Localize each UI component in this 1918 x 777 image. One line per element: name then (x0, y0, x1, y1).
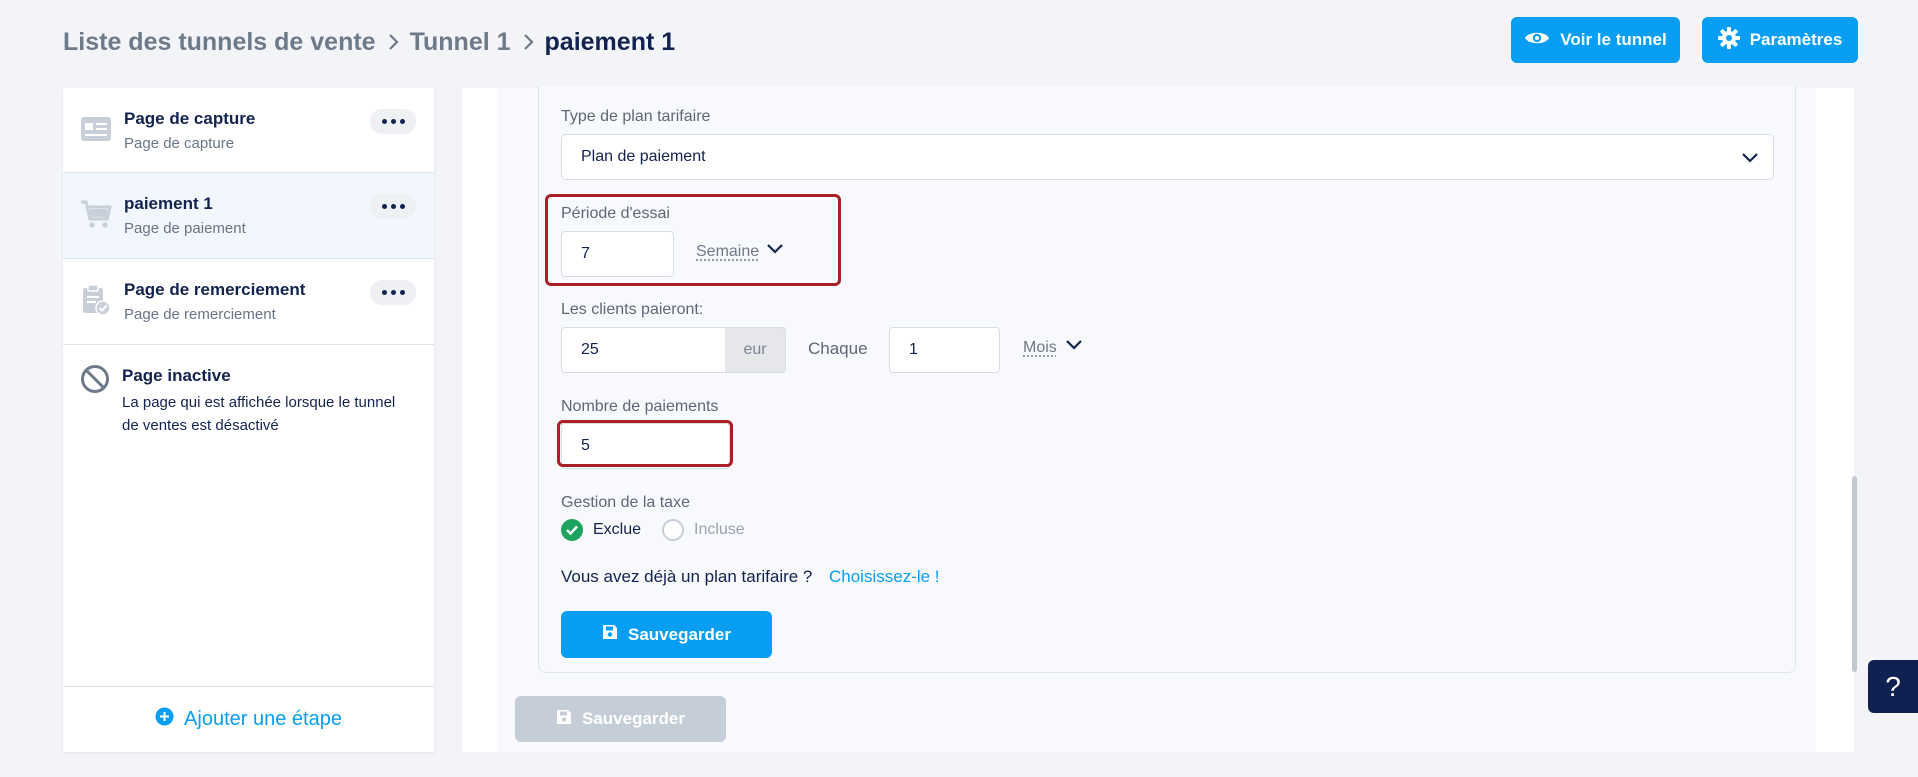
inactive-page-title[interactable]: Page inactive (122, 366, 231, 386)
step-options-button[interactable] (370, 280, 416, 305)
settings-button[interactable]: Paramètres (1702, 17, 1858, 63)
breadcrumb-funnels-list[interactable]: Liste des tunnels de vente (63, 28, 376, 57)
step-title: Page de capture (124, 109, 256, 128)
step-options-button[interactable] (370, 194, 416, 219)
chevron-down-icon (1741, 148, 1759, 171)
help-label: ? (1885, 670, 1901, 702)
add-step-label: Ajouter une étape (184, 708, 342, 730)
step-subtitle: Page de paiement (124, 220, 246, 237)
tax-included-radio[interactable] (662, 519, 684, 541)
view-funnel-button[interactable]: Voir le tunnel (1511, 17, 1680, 63)
add-step-button[interactable]: Ajouter une étape (63, 686, 434, 752)
floppy-disk-icon (556, 709, 572, 730)
existing-plan-text: Vous avez déjà un plan tarifaire ? (561, 567, 813, 586)
inactive-page-description: La page qui est affichée lorsque le tunn… (122, 394, 396, 434)
every-label: Chaque (808, 339, 868, 358)
payments-count-highlight (557, 420, 733, 467)
view-funnel-label: Voir le tunnel (1560, 30, 1667, 49)
tax-excluded-label[interactable]: Exclue (593, 521, 641, 539)
save-page-label: Sauvegarder (582, 709, 685, 728)
customers-pay-label: Les clients paieront: (561, 301, 704, 318)
plus-circle-icon (155, 707, 174, 732)
scrollbar-thumb[interactable] (1852, 476, 1857, 672)
sidebar-step-capture[interactable]: Page de capture Page de capture (63, 88, 434, 173)
floppy-disk-icon (602, 624, 618, 645)
interval-value: 1 (909, 341, 918, 358)
save-plan-button[interactable]: Sauvegarder (561, 611, 772, 658)
gear-icon (1717, 26, 1740, 54)
chevron-down-icon (1065, 336, 1083, 359)
eye-icon (1524, 29, 1550, 52)
tax-included-label[interactable]: Incluse (694, 521, 745, 539)
plan-type-label: Type de plan tarifaire (561, 108, 711, 125)
interval-unit-dropdown[interactable]: Mois (1023, 339, 1057, 357)
breadcrumb-tunnel[interactable]: Tunnel 1 (410, 28, 511, 57)
sidebar-step-payment[interactable]: paiement 1 Page de paiement (63, 173, 434, 259)
cart-icon (79, 197, 113, 231)
steps-sidebar: Page de capture Page de capture paiement… (63, 88, 434, 752)
save-plan-label: Sauvegarder (628, 624, 731, 644)
plan-type-value: Plan de paiement (581, 148, 706, 165)
sidebar-step-thanks[interactable]: Page de remerciement Page de remerciemen… (63, 259, 434, 345)
chevron-right-icon (511, 33, 545, 51)
save-page-button[interactable]: Sauvegarder (515, 696, 726, 742)
step-title: paiement 1 (124, 194, 213, 213)
trial-period-highlight (545, 194, 841, 286)
clipboard-check-icon (79, 283, 113, 317)
interval-input[interactable]: 1 (889, 327, 1000, 373)
tax-label: Gestion de la taxe (561, 494, 690, 511)
choose-plan-link[interactable]: Choisissez-le ! (829, 567, 940, 587)
page-capture-icon (79, 112, 113, 146)
settings-label: Paramètres (1749, 30, 1843, 49)
breadcrumb-current-page: paiement 1 (544, 27, 676, 56)
block-icon (80, 364, 110, 399)
step-subtitle: Page de capture (124, 135, 235, 152)
amount-input[interactable]: 25 (561, 327, 726, 373)
amount-value: 25 (581, 341, 599, 358)
payments-count-label: Nombre de paiements (561, 398, 719, 415)
check-icon (566, 525, 578, 536)
step-options-button[interactable] (370, 109, 416, 134)
step-subtitle: Page de remerciement (124, 306, 276, 323)
chevron-right-icon (376, 33, 410, 51)
currency-label: eur (743, 341, 767, 358)
plan-type-select[interactable]: Plan de paiement (561, 134, 1774, 180)
step-title: Page de remerciement (124, 280, 306, 299)
help-button[interactable]: ? (1868, 660, 1918, 713)
currency-addon: eur (725, 327, 786, 373)
tax-excluded-radio[interactable] (561, 519, 583, 541)
breadcrumb: Liste des tunnels de vente Tunnel 1 paie… (63, 24, 675, 60)
